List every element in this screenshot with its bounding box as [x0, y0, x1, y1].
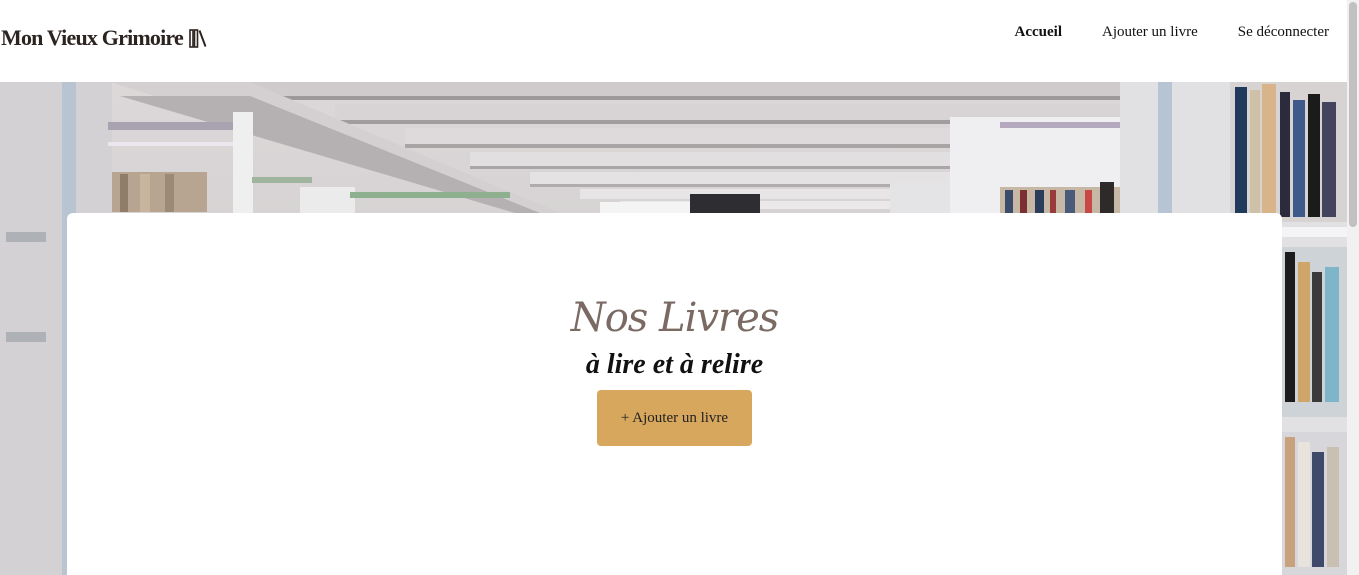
nav-link-deconnecter[interactable]: Se déconnecter — [1238, 22, 1329, 42]
scrollbar-thumb[interactable] — [1349, 2, 1357, 227]
vertical-scrollbar[interactable] — [1347, 0, 1359, 575]
main-card: Nos Livres à lire et à relire + Ajouter … — [67, 213, 1282, 575]
logo[interactable]: Mon Vieux Grimoire — [1, 22, 207, 54]
logo-text: Mon Vieux Grimoire — [1, 25, 184, 50]
nav-link-accueil[interactable]: Accueil — [1015, 22, 1062, 42]
nav-link-ajouter-livre[interactable]: Ajouter un livre — [1102, 22, 1198, 42]
add-book-button[interactable]: + Ajouter un livre — [597, 390, 752, 446]
books-icon — [189, 29, 207, 48]
main-nav: Accueil Ajouter un livre Se déconnecter — [1015, 22, 1330, 42]
site-header: Mon Vieux Grimoire Accueil Ajouter un li… — [0, 0, 1347, 82]
page-subtitle: à lire et à relire — [585, 349, 764, 380]
page-title: Nos Livres — [570, 295, 780, 341]
